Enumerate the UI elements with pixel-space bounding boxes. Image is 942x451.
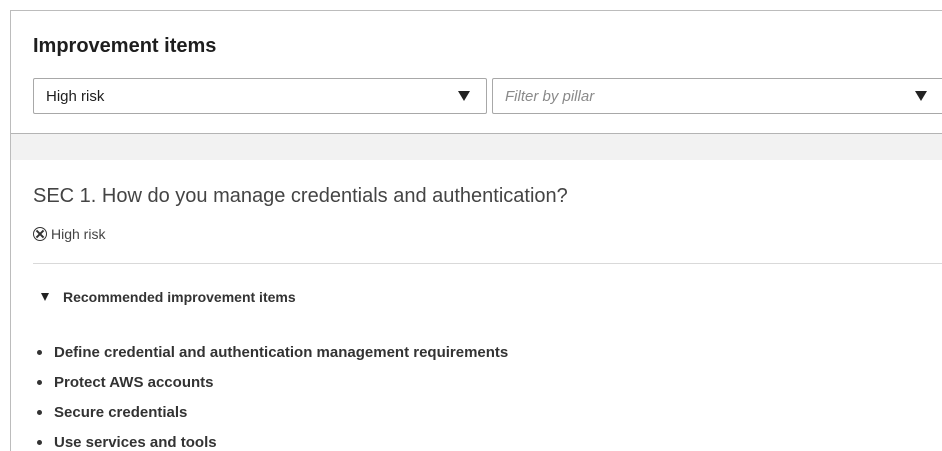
list-item: Define credential and authentication man… [37,337,508,367]
list-item-text: Define credential and authentication man… [54,343,509,361]
bullet-icon [37,439,42,445]
list-item: Secure credentials [37,397,508,427]
bullet-icon [37,409,42,415]
bullet-icon [37,349,42,355]
caret-down-icon [41,293,49,301]
section-separator [11,134,942,160]
improvement-items-list: Define credential and authentication man… [37,337,508,451]
caret-down-icon [458,91,470,101]
risk-filter-select[interactable]: High risk [33,78,487,114]
list-item-text: Protect AWS accounts [54,373,214,391]
list-item-text: Secure credentials [54,403,188,421]
list-item: Use services and tools [37,427,508,451]
improvement-items-panel: Improvement items High risk Filter by pi… [10,10,942,451]
risk-status-badge: High risk [33,224,105,244]
list-item-text: Use services and tools [54,433,217,451]
panel-title: Improvement items [33,35,217,57]
question-title: SEC 1. How do you manage credentials and… [33,185,568,207]
panel-header: Improvement items High risk Filter by pi… [11,11,942,134]
divider [33,263,942,264]
caret-down-icon [915,91,927,101]
recommended-items-toggle[interactable]: Recommended improvement items [41,289,296,305]
risk-filter-value: High risk [46,88,105,105]
recommended-items-label: Recommended improvement items [63,289,296,305]
x-circle-icon [33,227,47,241]
bullet-icon [37,379,42,385]
pillar-filter-placeholder: Filter by pillar [505,88,595,105]
risk-status-label: High risk [51,226,106,242]
list-item: Protect AWS accounts [37,367,508,397]
pillar-filter-select[interactable]: Filter by pillar [492,78,942,114]
